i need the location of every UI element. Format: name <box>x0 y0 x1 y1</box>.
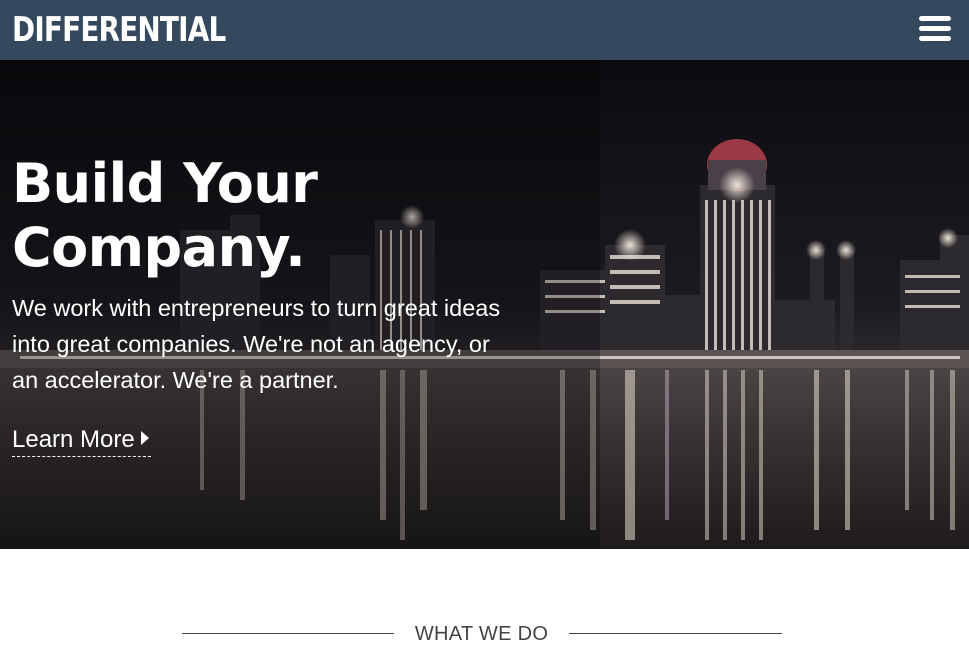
hero-section: Build Your Company. We work with entrepr… <box>0 60 969 549</box>
menu-bar-3 <box>919 36 951 41</box>
menu-bar-1 <box>919 16 951 21</box>
top-nav-bar: DIFFERENTIAL <box>0 0 969 60</box>
what-we-do-heading: WHAT WE DO <box>0 620 969 646</box>
divider-right <box>569 633 782 634</box>
hero-description-line-1: We work with entrepreneurs to turn great… <box>12 295 501 321</box>
hamburger-menu-icon[interactable] <box>912 12 956 48</box>
menu-bar-2 <box>919 26 951 31</box>
caret-right-icon <box>140 431 149 445</box>
section-title: WHAT WE DO <box>414 623 549 645</box>
learn-more-link[interactable]: Learn More <box>12 425 151 457</box>
hero-description-line-3: an accelerator. We're a partner. <box>12 367 339 393</box>
hero-title-line-2: Company. <box>12 216 306 279</box>
hero-description: We work with entrepreneurs to turn great… <box>12 290 572 398</box>
logo[interactable]: DIFFERENTIAL <box>12 8 226 52</box>
hero-title-line-1: Build Your <box>12 152 318 215</box>
divider-left <box>182 633 394 634</box>
hero-title: Build Your Company. <box>12 152 432 280</box>
learn-more-label: Learn More <box>12 426 135 453</box>
hero-description-line-2: into great companies. We're not an agenc… <box>12 331 490 357</box>
